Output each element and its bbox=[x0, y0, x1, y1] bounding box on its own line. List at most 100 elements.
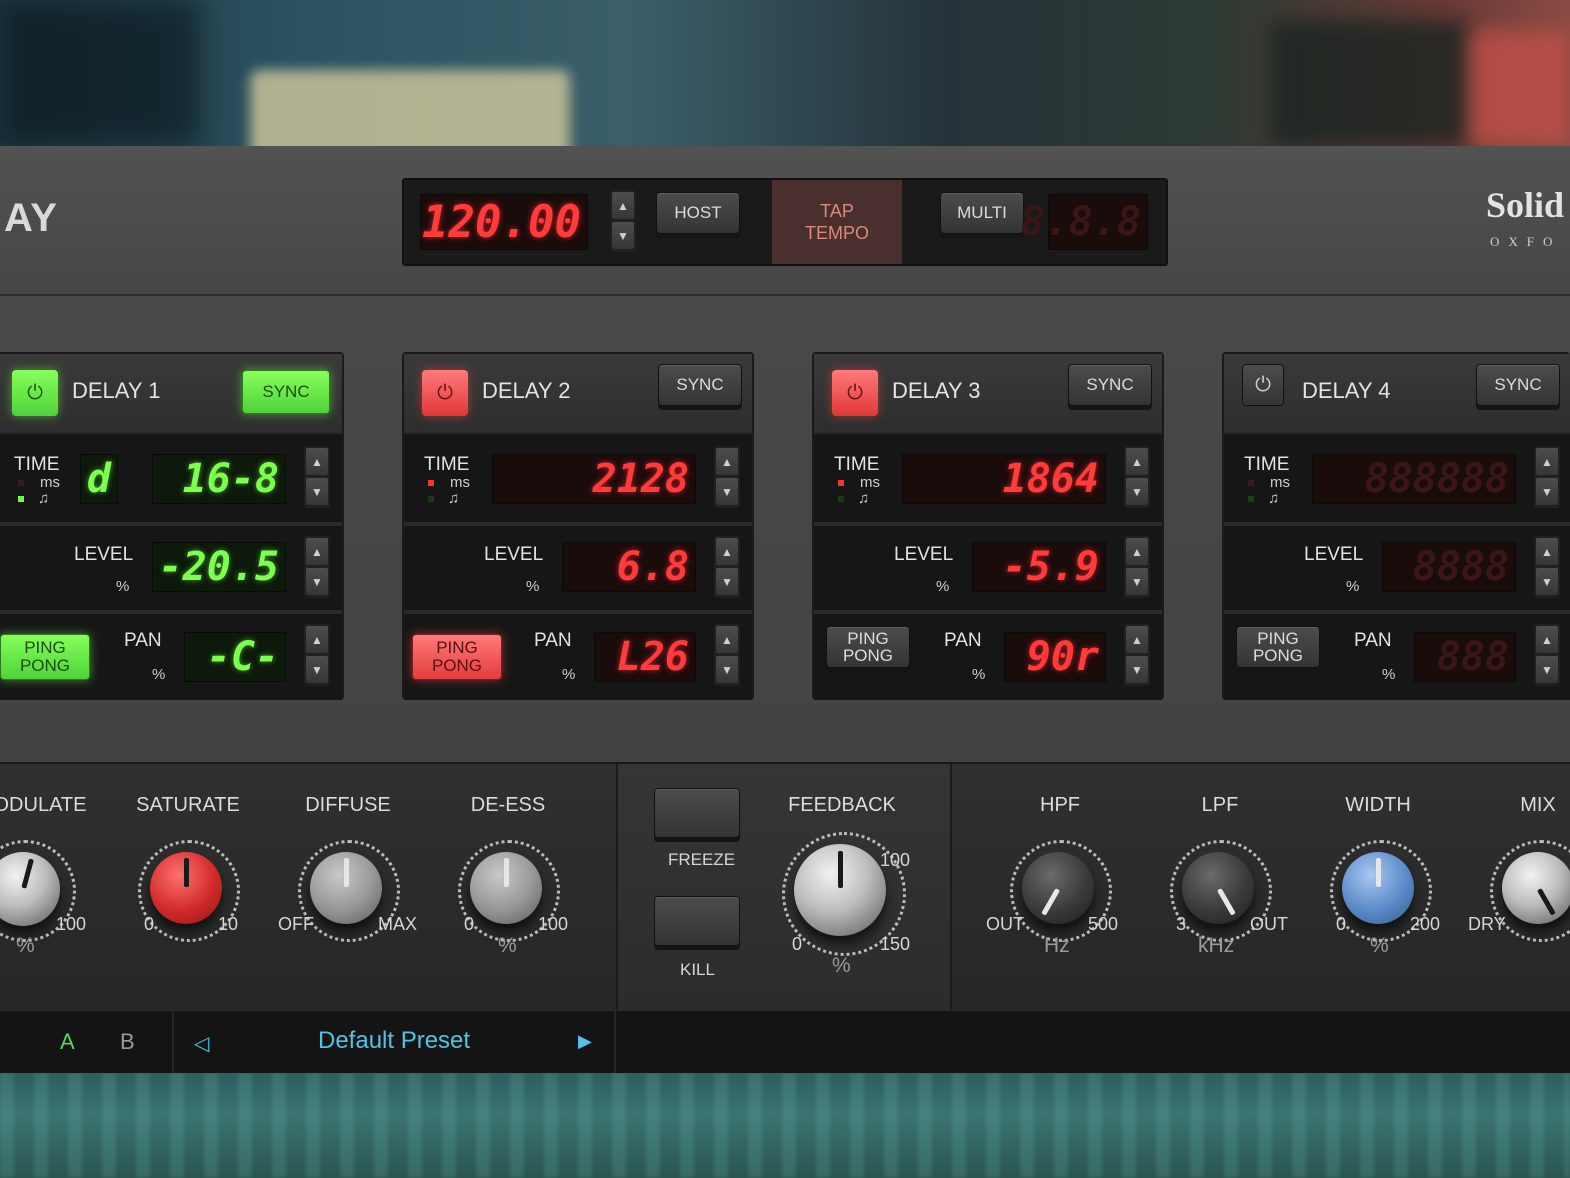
lpf-knob[interactable] bbox=[1182, 852, 1254, 924]
delay-4-pan-label: PAN bbox=[1354, 630, 1392, 651]
delay-4-note-icon: ♫ bbox=[1268, 490, 1280, 507]
delay-1-sync-button[interactable]: SYNC bbox=[242, 370, 330, 414]
delay-1-level-stepper[interactable]: ▲ ▼ bbox=[304, 536, 330, 598]
preset-name[interactable]: Default Preset bbox=[318, 1027, 470, 1055]
freeze-label: FREEZE bbox=[668, 850, 736, 869]
modulate-max-label: 100 bbox=[56, 914, 87, 934]
delay-1-level-up-icon[interactable]: ▲ bbox=[306, 538, 328, 565]
delay-1-ms-indicator bbox=[18, 480, 24, 486]
delay-2-pan-stepper[interactable]: ▲ ▼ bbox=[714, 624, 740, 686]
delay-1-title: DELAY 1 bbox=[72, 378, 161, 403]
delay-3-time-label: TIME bbox=[834, 454, 880, 475]
delay-1-pan-up-icon[interactable]: ▲ bbox=[306, 626, 328, 653]
delay-2-level-unit: % bbox=[526, 578, 540, 595]
delay-4-level-stepper[interactable]: ▲ ▼ bbox=[1534, 536, 1560, 598]
slot-a-button[interactable]: A bbox=[60, 1029, 75, 1055]
delay-2-time-up-icon[interactable]: ▲ bbox=[716, 448, 738, 475]
delay-1-pan-stepper[interactable]: ▲ ▼ bbox=[304, 624, 330, 686]
delay-2-pan-unit: % bbox=[562, 666, 576, 683]
delay-2-time-down-icon[interactable]: ▼ bbox=[716, 478, 738, 505]
delay-2-pan-up-icon[interactable]: ▲ bbox=[716, 626, 738, 653]
bpm-up-arrow-icon[interactable]: ▲ bbox=[612, 192, 634, 219]
delay-3-pan-stepper[interactable]: ▲ ▼ bbox=[1124, 624, 1150, 686]
delay-4-power-icon[interactable]: ⏻ bbox=[1242, 364, 1284, 406]
plugin-title: AY bbox=[4, 196, 58, 240]
delay-3-level-unit: % bbox=[936, 578, 950, 595]
delay-2-time-stepper[interactable]: ▲ ▼ bbox=[714, 446, 740, 508]
delay-2-ping-label: PING bbox=[436, 638, 478, 657]
delay-4-time-down-icon[interactable]: ▼ bbox=[1536, 478, 1558, 505]
brand-logo-subtitle: OXFO bbox=[1490, 234, 1562, 249]
host-button[interactable]: HOST bbox=[656, 192, 740, 234]
width-label: WIDTH bbox=[1345, 794, 1411, 816]
background-photo-top bbox=[0, 0, 1570, 146]
delay-3-time-down-icon[interactable]: ▼ bbox=[1126, 478, 1148, 505]
delay-2-level-down-icon[interactable]: ▼ bbox=[716, 568, 738, 595]
deess-label: DE-ESS bbox=[470, 794, 546, 816]
delay-4-time-stepper[interactable]: ▲ ▼ bbox=[1534, 446, 1560, 508]
saturate-knob[interactable] bbox=[150, 852, 222, 924]
tap-tempo-button[interactable]: TAP TEMPO bbox=[772, 180, 902, 264]
delay-4-pan-display: 888 bbox=[1414, 632, 1516, 682]
deess-knob[interactable] bbox=[470, 852, 542, 924]
slot-b-button[interactable]: B bbox=[120, 1029, 135, 1055]
bpm-down-arrow-icon[interactable]: ▼ bbox=[612, 222, 634, 249]
delay-4-ping-pong-button[interactable]: PING PONG bbox=[1236, 626, 1320, 668]
lpf-max-label: OUT bbox=[1250, 914, 1288, 934]
diffuse-knob[interactable] bbox=[310, 852, 382, 924]
delay-3-time-stepper[interactable]: ▲ ▼ bbox=[1124, 446, 1150, 508]
delay-3-pan-up-icon[interactable]: ▲ bbox=[1126, 626, 1148, 653]
delay-3-ping-pong-button[interactable]: PING PONG bbox=[826, 626, 910, 668]
delay-1-time-up-icon[interactable]: ▲ bbox=[306, 448, 328, 475]
delay-4-level-up-icon[interactable]: ▲ bbox=[1536, 538, 1558, 565]
mix-min-label: DRY bbox=[1468, 914, 1506, 934]
hpf-knob[interactable] bbox=[1022, 852, 1094, 924]
delay-2-sync-button[interactable]: SYNC bbox=[658, 364, 742, 406]
delay-3-level-down-icon[interactable]: ▼ bbox=[1126, 568, 1148, 595]
delay-3-module: ⏻ DELAY 3 SYNC TIME ms ♫ 1864 ▲ ▼ LEVEL … bbox=[812, 352, 1164, 700]
hpf-max-label: 500 bbox=[1088, 914, 1119, 934]
width-knob[interactable] bbox=[1342, 852, 1414, 924]
delay-1-level-label: LEVEL bbox=[74, 544, 134, 565]
delay-1-level-display: -20.5 bbox=[152, 542, 286, 592]
multi-button[interactable]: MULTI bbox=[940, 192, 1024, 234]
delay-4-pan-up-icon[interactable]: ▲ bbox=[1536, 626, 1558, 653]
delay-1-time-stepper[interactable]: ▲ ▼ bbox=[304, 446, 330, 508]
plugin-panel: AY 120.00 ▲ ▼ HOST TAP TEMPO MULTI 8.8.8… bbox=[0, 146, 1570, 1073]
mix-knob[interactable] bbox=[1502, 852, 1570, 924]
delay-4-pan-down-icon[interactable]: ▼ bbox=[1536, 656, 1558, 683]
delay-1-time-down-icon[interactable]: ▼ bbox=[306, 478, 328, 505]
delay-2-power-icon[interactable]: ⏻ bbox=[422, 370, 468, 416]
bpm-stepper[interactable]: ▲ ▼ bbox=[610, 190, 636, 252]
footer-divider-2 bbox=[614, 1011, 616, 1073]
delay-2-time-label: TIME bbox=[424, 454, 470, 475]
delay-1-ping-pong-button[interactable]: PING PONG bbox=[0, 634, 90, 680]
diffuse-min-label: OFF bbox=[278, 914, 314, 934]
delay-2-pan-down-icon[interactable]: ▼ bbox=[716, 656, 738, 683]
hpf-label: HPF bbox=[1040, 794, 1080, 816]
freeze-button[interactable] bbox=[654, 788, 740, 838]
kill-button[interactable] bbox=[654, 896, 740, 946]
delay-4-time-label: TIME bbox=[1244, 454, 1290, 475]
delay-4-pan-stepper[interactable]: ▲ ▼ bbox=[1534, 624, 1560, 686]
delay-1-pan-down-icon[interactable]: ▼ bbox=[306, 656, 328, 683]
delay-3-time-up-icon[interactable]: ▲ bbox=[1126, 448, 1148, 475]
delay-3-pan-down-icon[interactable]: ▼ bbox=[1126, 656, 1148, 683]
delay-1-power-icon[interactable]: ⏻ bbox=[12, 370, 58, 416]
tempo-bar: 120.00 ▲ ▼ HOST TAP TEMPO MULTI 8.8.8 bbox=[402, 178, 1168, 266]
delay-3-level-stepper[interactable]: ▲ ▼ bbox=[1124, 536, 1150, 598]
delay-1-level-down-icon[interactable]: ▼ bbox=[306, 568, 328, 595]
delay-3-level-up-icon[interactable]: ▲ bbox=[1126, 538, 1148, 565]
delay-2-level-up-icon[interactable]: ▲ bbox=[716, 538, 738, 565]
delay-2-level-stepper[interactable]: ▲ ▼ bbox=[714, 536, 740, 598]
delay-3-sync-button[interactable]: SYNC bbox=[1068, 364, 1152, 406]
delay-4-level-down-icon[interactable]: ▼ bbox=[1536, 568, 1558, 595]
prev-preset-arrow-icon[interactable]: ◁ bbox=[194, 1031, 209, 1056]
tap-tempo-label-line1: TAP bbox=[820, 201, 854, 221]
delay-4-time-up-icon[interactable]: ▲ bbox=[1536, 448, 1558, 475]
delay-2-ping-pong-button[interactable]: PING PONG bbox=[412, 634, 502, 680]
next-preset-arrow-icon[interactable]: ▶ bbox=[578, 1031, 592, 1052]
feedback-knob[interactable] bbox=[794, 844, 886, 936]
delay-4-sync-button[interactable]: SYNC bbox=[1476, 364, 1560, 406]
delay-3-power-icon[interactable]: ⏻ bbox=[832, 370, 878, 416]
